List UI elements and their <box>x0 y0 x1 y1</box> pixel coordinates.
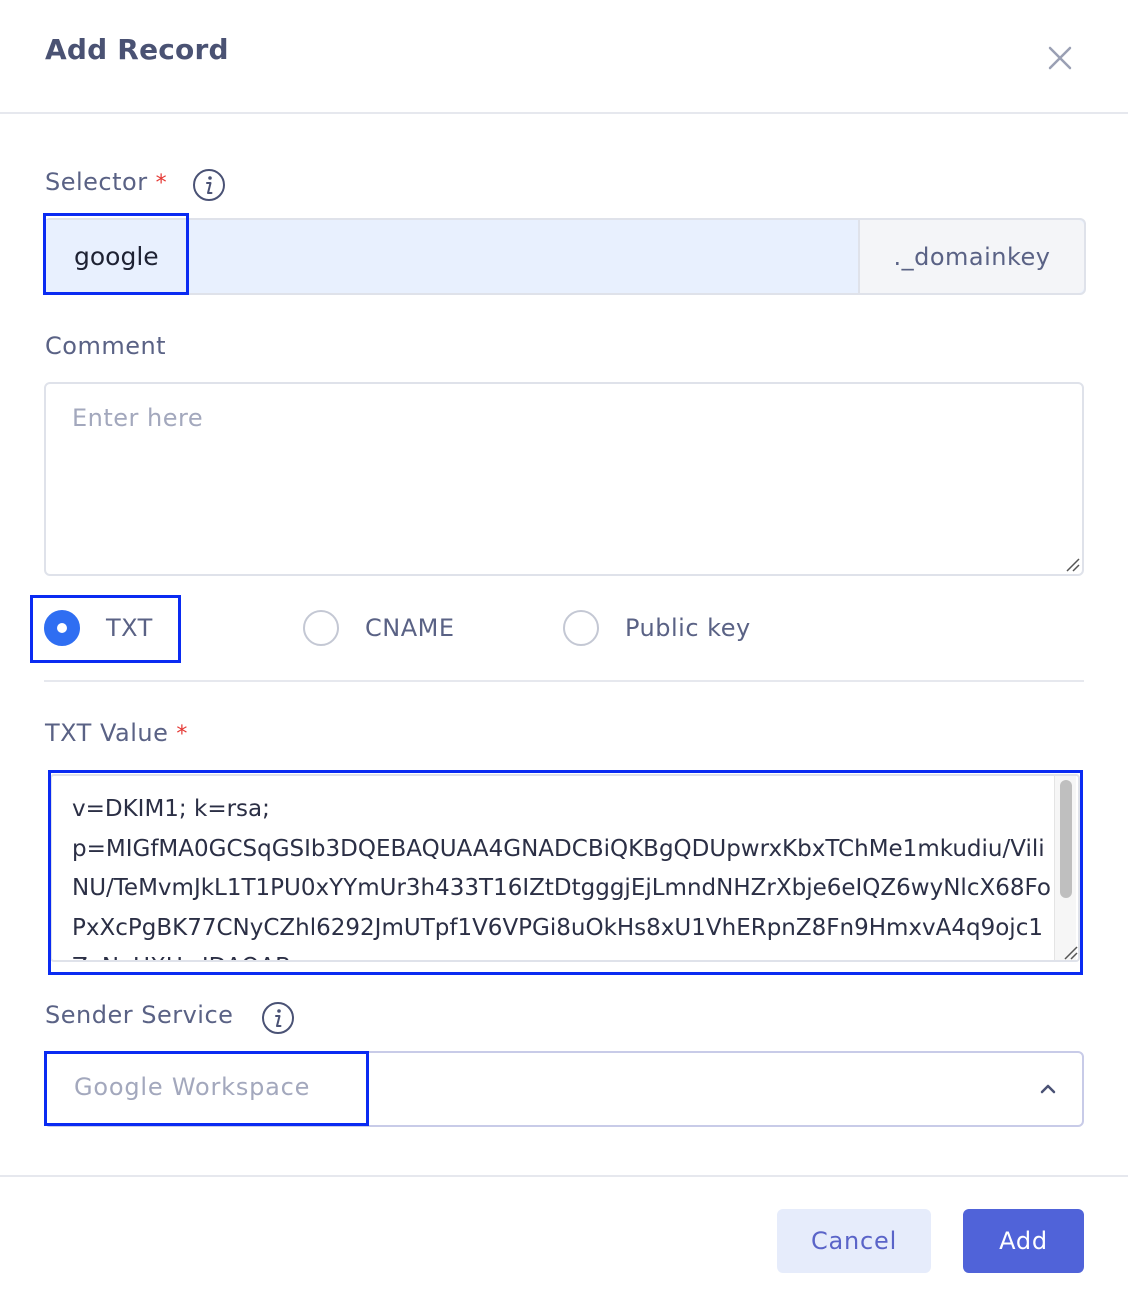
dialog-header: Add Record <box>0 0 1128 114</box>
radio-txt-label: TXT <box>106 614 153 642</box>
sender-service-value: Google Workspace <box>74 1073 311 1101</box>
selector-input[interactable] <box>46 220 861 293</box>
radio-public-key-label: Public key <box>625 614 751 642</box>
resize-handle-icon[interactable] <box>1062 944 1078 960</box>
radio-txt[interactable]: TXT <box>44 610 153 646</box>
txt-value-textarea[interactable]: v=DKIM1; k=rsa; p=MIGfMA0GCSqGSIb3DQEBAQ… <box>50 774 1080 962</box>
sender-service-label: Sender Service <box>45 1001 234 1029</box>
selector-label-text: Selector <box>45 168 148 196</box>
radio-cname-circle[interactable] <box>303 610 339 646</box>
add-button[interactable]: Add <box>963 1209 1084 1273</box>
txt-value-label: TXT Value * <box>45 719 188 747</box>
txt-value-text[interactable]: v=DKIM1; k=rsa; p=MIGfMA0GCSqGSIb3DQEBAQ… <box>72 790 1052 960</box>
sender-service-select[interactable]: Google Workspace <box>44 1051 1084 1127</box>
required-mark: * <box>155 171 168 196</box>
txt-value-label-text: TXT Value <box>45 719 169 747</box>
chevron-up-icon[interactable] <box>1036 1077 1060 1101</box>
resize-handle-icon[interactable] <box>1064 556 1080 572</box>
add-record-dialog: Add Record Selector * ._domainkey Comment… <box>0 0 1128 1302</box>
info-icon[interactable] <box>192 168 226 202</box>
selector-label: Selector * <box>45 168 167 196</box>
cancel-button[interactable]: Cancel <box>777 1209 931 1273</box>
info-icon[interactable] <box>261 1001 295 1035</box>
comment-label: Comment <box>45 332 167 360</box>
close-icon[interactable] <box>1040 38 1080 78</box>
radio-public-key-circle[interactable] <box>563 610 599 646</box>
section-divider <box>44 680 1084 682</box>
domainkey-suffix: ._domainkey <box>858 220 1084 293</box>
radio-txt-circle[interactable] <box>44 610 80 646</box>
dialog-title: Add Record <box>45 33 229 66</box>
footer-divider <box>0 1175 1128 1177</box>
radio-cname-label: CNAME <box>365 614 455 642</box>
comment-textarea[interactable] <box>44 382 1084 576</box>
selector-field: ._domainkey <box>44 218 1086 295</box>
radio-public-key[interactable]: Public key <box>563 610 751 646</box>
radio-cname[interactable]: CNAME <box>303 610 455 646</box>
scrollbar-thumb[interactable] <box>1060 780 1072 898</box>
required-mark: * <box>176 722 188 747</box>
txt-value-scrollbar[interactable] <box>1054 776 1076 960</box>
